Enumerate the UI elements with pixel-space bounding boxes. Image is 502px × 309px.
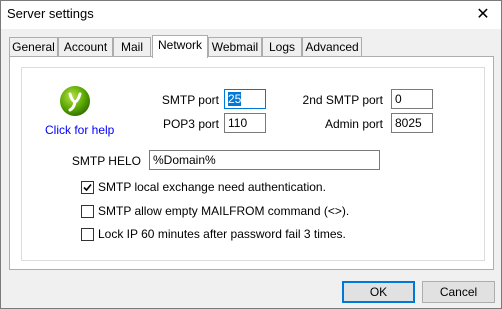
tab-webmail[interactable]: Webmail bbox=[208, 37, 262, 57]
ok-button[interactable]: OK bbox=[342, 281, 415, 303]
tab-network[interactable]: Network bbox=[152, 35, 208, 58]
admin-port-field[interactable]: 8025 bbox=[391, 113, 433, 133]
tab-logs[interactable]: Logs bbox=[262, 37, 302, 57]
help-link[interactable]: Click for help bbox=[45, 123, 114, 137]
smtp-port-field[interactable]: 25 bbox=[224, 89, 266, 109]
admin-port-label: Admin port bbox=[324, 117, 383, 131]
pop3-port-label: POP3 port bbox=[162, 117, 219, 131]
tab-general[interactable]: General bbox=[9, 37, 58, 57]
checkmark-icon bbox=[83, 183, 92, 192]
title-bar: Server settings ✕ bbox=[1, 1, 501, 29]
checkbox-lock-ip[interactable] bbox=[81, 228, 94, 241]
logo-icon[interactable] bbox=[59, 85, 91, 117]
pop3-port-field[interactable]: 110 bbox=[224, 113, 266, 133]
tab-advanced[interactable]: Advanced bbox=[302, 37, 362, 57]
smtp-port-label: SMTP port bbox=[161, 93, 219, 107]
second-smtp-port-label: 2nd SMTP port bbox=[302, 93, 383, 107]
checkbox-smtp-auth[interactable] bbox=[81, 181, 94, 194]
window-title: Server settings bbox=[7, 6, 94, 21]
server-settings-window: Server settings ✕ General Account Mail N… bbox=[0, 0, 502, 309]
checkbox-label-lock-ip: Lock IP 60 minutes after password fail 3… bbox=[98, 227, 346, 241]
smtp-helo-label: SMTP HELO bbox=[71, 154, 141, 168]
smtp-helo-field[interactable]: %Domain% bbox=[149, 150, 380, 170]
second-smtp-port-field[interactable]: 0 bbox=[391, 89, 433, 109]
close-button[interactable]: ✕ bbox=[473, 5, 493, 25]
checkbox-label-empty-mailfrom: SMTP allow empty MAILFROM command (<>). bbox=[98, 204, 350, 218]
tab-account[interactable]: Account bbox=[58, 37, 113, 57]
cancel-button[interactable]: Cancel bbox=[422, 281, 495, 303]
checkbox-empty-mailfrom[interactable] bbox=[81, 205, 94, 218]
tab-mail[interactable]: Mail bbox=[113, 37, 151, 57]
checkbox-label-smtp-auth: SMTP local exchange need authentication. bbox=[98, 180, 326, 194]
